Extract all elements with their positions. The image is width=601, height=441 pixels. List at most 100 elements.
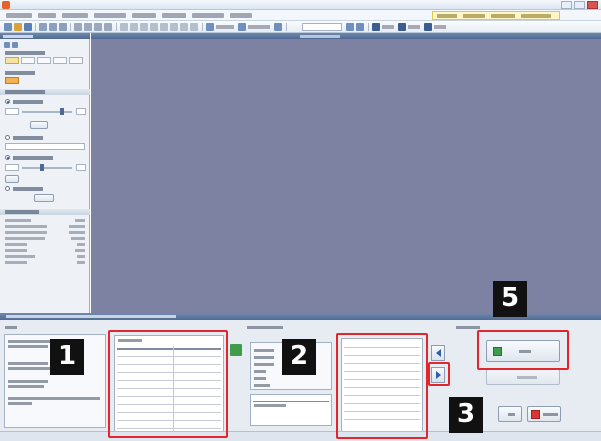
callout-2: 2 xyxy=(282,339,316,375)
close-button[interactable] xyxy=(587,1,598,9)
option-radio[interactable] xyxy=(5,99,10,104)
section-label xyxy=(5,71,35,75)
section-label xyxy=(247,326,283,329)
app-logo-icon[interactable] xyxy=(2,1,10,9)
highlight-box-5 xyxy=(477,330,569,370)
option-radio[interactable] xyxy=(5,186,10,191)
toolbar-icon[interactable] xyxy=(170,23,178,31)
minimize-button[interactable] xyxy=(561,1,572,9)
toolbar-icon[interactable] xyxy=(59,23,67,31)
toolbar-icon[interactable] xyxy=(130,23,138,31)
value-field[interactable] xyxy=(76,108,86,115)
toolbar-icon[interactable] xyxy=(160,23,168,31)
description-text xyxy=(8,345,48,348)
open-icon[interactable] xyxy=(14,23,22,31)
move-left-button[interactable] xyxy=(431,345,445,361)
save-icon[interactable] xyxy=(24,23,32,31)
image-viewer[interactable] xyxy=(91,33,601,313)
order-list[interactable] xyxy=(250,394,332,426)
toolbar-icon[interactable] xyxy=(206,23,214,31)
option-label xyxy=(13,100,43,104)
menu-item[interactable] xyxy=(94,13,126,18)
option-label xyxy=(13,136,43,140)
toolbar-icon[interactable] xyxy=(424,23,432,31)
slider-thumb[interactable] xyxy=(40,164,44,171)
toolbar-icon[interactable] xyxy=(104,23,112,31)
slider-track[interactable] xyxy=(22,167,72,169)
toolbar-icon[interactable] xyxy=(190,23,198,31)
menu-item[interactable] xyxy=(230,13,252,18)
mode-chip[interactable] xyxy=(5,57,19,64)
description-heading xyxy=(5,326,17,329)
slider-thumb[interactable] xyxy=(60,108,64,115)
toolbar-icon[interactable] xyxy=(94,23,102,31)
description-text xyxy=(8,362,48,365)
description-text xyxy=(8,402,32,405)
callout-5: 5 xyxy=(493,281,527,317)
menu-item[interactable] xyxy=(38,13,56,18)
left-control-panel xyxy=(0,33,90,313)
selected-chip[interactable] xyxy=(5,77,19,84)
cancel-button[interactable] xyxy=(527,406,561,422)
help-search-box[interactable] xyxy=(432,11,560,20)
toolbar-icon[interactable] xyxy=(120,23,128,31)
viewer-title xyxy=(300,35,340,38)
new-icon[interactable] xyxy=(4,23,12,31)
toolbar-icon[interactable] xyxy=(39,23,47,31)
mode-chip[interactable] xyxy=(53,57,67,64)
toolbar-icon[interactable] xyxy=(49,23,57,31)
toolbar-icon[interactable] xyxy=(238,23,246,31)
option-radio[interactable] xyxy=(5,155,10,160)
toolbar-icon[interactable] xyxy=(346,23,354,31)
red-x-icon xyxy=(531,410,540,419)
apply-button[interactable] xyxy=(498,406,522,422)
value-field[interactable] xyxy=(76,164,86,171)
toolbar xyxy=(0,21,601,33)
panel-button[interactable] xyxy=(34,194,54,202)
panel-button[interactable] xyxy=(5,175,19,183)
panel-button[interactable] xyxy=(30,121,48,129)
panel-tool-icon[interactable] xyxy=(4,42,10,48)
description-text xyxy=(8,397,100,400)
select-field[interactable] xyxy=(5,143,85,150)
slider-track[interactable] xyxy=(22,111,72,113)
toolbar-icon[interactable] xyxy=(150,23,158,31)
maximize-button[interactable] xyxy=(574,1,585,9)
mode-chip[interactable] xyxy=(69,57,83,64)
status-bar xyxy=(0,431,601,441)
highlight-box-2 xyxy=(336,333,428,439)
toolbar-combo[interactable] xyxy=(302,23,342,31)
panel-tool-icon[interactable] xyxy=(12,42,18,48)
toolbar-icon[interactable] xyxy=(140,23,148,31)
value-field[interactable] xyxy=(5,164,19,171)
toolbar-icon[interactable] xyxy=(180,23,188,31)
mode-chip[interactable] xyxy=(37,57,51,64)
menu-item[interactable] xyxy=(192,13,224,18)
secondary-button[interactable] xyxy=(486,369,560,385)
callout-3: 3 xyxy=(449,397,483,433)
description-text xyxy=(8,367,50,370)
viewer-header xyxy=(91,33,601,39)
toolbar-icon[interactable] xyxy=(356,23,364,31)
menu-item[interactable] xyxy=(62,13,88,18)
option-radio[interactable] xyxy=(5,135,10,140)
option-label xyxy=(13,187,43,191)
toolbar-icon[interactable] xyxy=(398,23,406,31)
menu-item[interactable] xyxy=(6,13,32,18)
value-field[interactable] xyxy=(5,108,19,115)
window-title-bar xyxy=(0,0,601,10)
section-label xyxy=(5,51,45,55)
add-icon[interactable] xyxy=(230,344,242,356)
menu-item[interactable] xyxy=(162,13,186,18)
toolbar-icon[interactable] xyxy=(84,23,92,31)
mode-chip[interactable] xyxy=(21,57,35,64)
toolbar-icon[interactable] xyxy=(74,23,82,31)
window-controls xyxy=(561,1,598,9)
option-label xyxy=(13,156,53,160)
section-label xyxy=(5,90,45,94)
menu-item[interactable] xyxy=(132,13,156,18)
highlight-box-3 xyxy=(428,362,450,386)
toolbar-icon[interactable] xyxy=(274,23,282,31)
toolbar-icon[interactable] xyxy=(372,23,380,31)
callout-1: 1 xyxy=(50,339,84,375)
